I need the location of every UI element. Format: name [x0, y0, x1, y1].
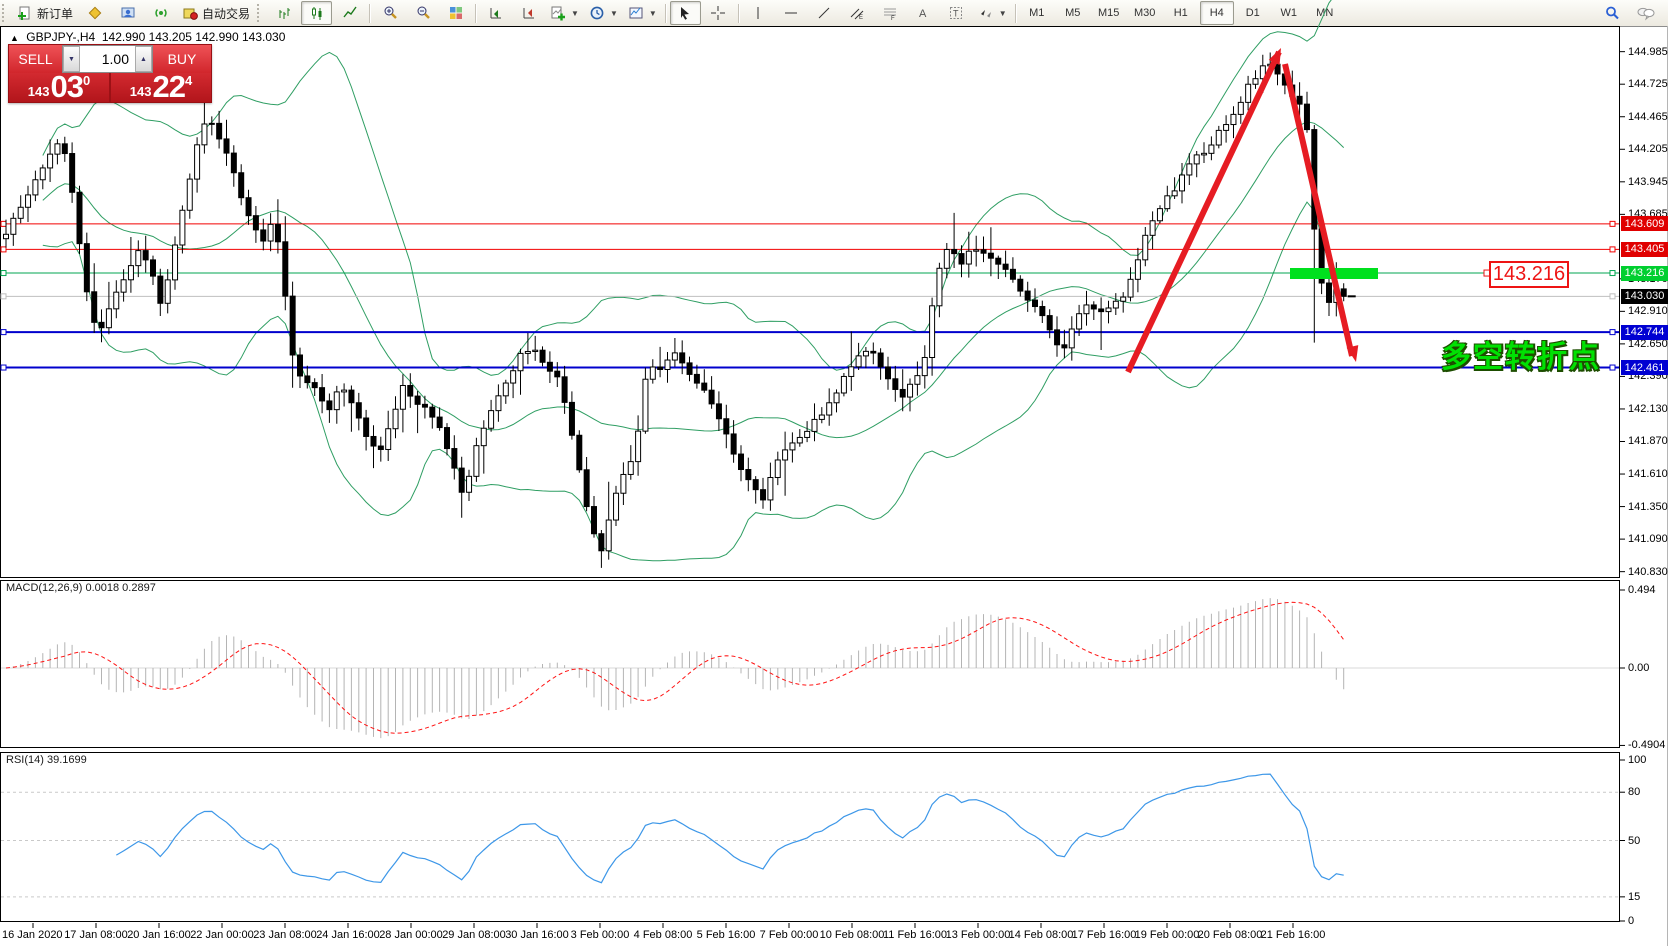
- time-tick-label: 20 Feb 08:00: [1198, 929, 1263, 941]
- rsi-tick: 50: [1628, 835, 1640, 847]
- time-tick-label: 19 Feb 00:00: [1135, 929, 1200, 941]
- time-tick-label: 13 Feb 00:00: [946, 929, 1011, 941]
- price-tick: 140.830: [1628, 566, 1668, 578]
- sell-price-prefix: 143: [28, 84, 50, 100]
- time-tick-label: 30 Jan 16:00: [505, 929, 569, 941]
- rsi-label: RSI(14) 39.1699: [6, 754, 87, 766]
- collapse-panel-icon[interactable]: ▲: [10, 33, 19, 43]
- turning-point-annotation[interactable]: 多空转折点: [1441, 332, 1601, 376]
- rsi-tick: 80: [1628, 786, 1640, 798]
- time-tick-label: 11 Feb 16:00: [883, 929, 947, 941]
- macd-tick: 0.00: [1628, 662, 1649, 674]
- volume-input[interactable]: 1.00: [80, 46, 135, 72]
- time-tick-label: 7 Feb 00:00: [760, 929, 819, 941]
- time-tick-label: 28 Jan 00:00: [379, 929, 443, 941]
- price-tag-142.461: 142.461: [1621, 360, 1668, 375]
- rsi-tick: 15: [1628, 891, 1640, 903]
- chart-canvas[interactable]: [0, 0, 1668, 946]
- price-tick: 141.090: [1628, 533, 1668, 545]
- macd-tick: -0.4904: [1628, 739, 1665, 751]
- time-tick-label: 4 Feb 08:00: [634, 929, 693, 941]
- pane-divider[interactable]: [0, 748, 1620, 752]
- sell-price-display[interactable]: 143 03 0: [9, 73, 109, 102]
- macd-tick: 0.494: [1628, 584, 1656, 596]
- time-tick-label: 24 Jan 16:00: [316, 929, 380, 941]
- price-tick: 144.205: [1628, 143, 1668, 155]
- price-tag-143.405: 143.405: [1621, 242, 1668, 257]
- sell-price-big: 03: [50, 74, 82, 100]
- price-tick: 142.910: [1628, 305, 1668, 317]
- time-tick-label: 23 Jan 08:00: [253, 929, 317, 941]
- rsi-tick: 0: [1628, 915, 1634, 927]
- price-tick: 141.610: [1628, 468, 1668, 480]
- time-tick-label: 3 Feb 00:00: [571, 929, 630, 941]
- time-tick-label: 16 Jan 2020: [2, 929, 63, 941]
- price-callout-label[interactable]: 143.216: [1489, 261, 1569, 288]
- macd-label: MACD(12,26,9) 0.0018 0.2897: [6, 582, 156, 594]
- price-tick: 144.985: [1628, 46, 1668, 58]
- price-tick: 141.870: [1628, 435, 1668, 447]
- one-click-trading-panel: SELL ▼ 1.00 ▲ BUY 143 03 0 143 22 4: [8, 44, 212, 103]
- price-tick: 142.130: [1628, 403, 1668, 415]
- time-tick-label: 22 Jan 00:00: [190, 929, 254, 941]
- volume-increase-button[interactable]: ▲: [135, 46, 152, 72]
- price-tag-143.030: 143.030: [1621, 289, 1668, 304]
- time-tick-label: 10 Feb 08:00: [820, 929, 885, 941]
- buy-price-display[interactable]: 143 22 4: [111, 73, 211, 102]
- chart-ohlc-line: ▲ GBPJPY-,H4 142.990 143.205 142.990 143…: [10, 30, 285, 44]
- price-tag-142.744: 142.744: [1621, 325, 1668, 340]
- time-tick-label: 21 Feb 16:00: [1261, 929, 1326, 941]
- ohlc-values: 142.990 143.205 142.990 143.030: [102, 30, 286, 44]
- price-tick: 144.465: [1628, 111, 1668, 123]
- time-tick-label: 14 Feb 08:00: [1009, 929, 1074, 941]
- time-tick-label: 5 Feb 16:00: [697, 929, 756, 941]
- sell-price-sup: 0: [83, 74, 90, 87]
- time-tick-label: 20 Jan 16:00: [127, 929, 191, 941]
- price-tick: 143.945: [1628, 176, 1668, 188]
- time-tick-label: 17 Feb 16:00: [1072, 929, 1137, 941]
- price-tick: 142.650: [1628, 338, 1668, 350]
- time-tick-label: 29 Jan 08:00: [442, 929, 506, 941]
- price-tag-143.609: 143.609: [1621, 216, 1668, 231]
- price-tick: 141.350: [1628, 501, 1668, 513]
- price-tick: 144.725: [1628, 78, 1668, 90]
- price-tag-143.216: 143.216: [1621, 266, 1668, 281]
- symbol-period-label: GBPJPY-,H4: [26, 30, 95, 44]
- buy-price-prefix: 143: [130, 84, 152, 100]
- mt4-window: 新订单 自动交易: [0, 0, 1668, 946]
- rsi-tick: 100: [1628, 754, 1646, 766]
- pane-divider[interactable]: [0, 577, 1620, 581]
- buy-price-big: 22: [152, 74, 184, 100]
- buy-price-sup: 4: [185, 74, 192, 87]
- time-tick-label: 17 Jan 08:00: [64, 929, 128, 941]
